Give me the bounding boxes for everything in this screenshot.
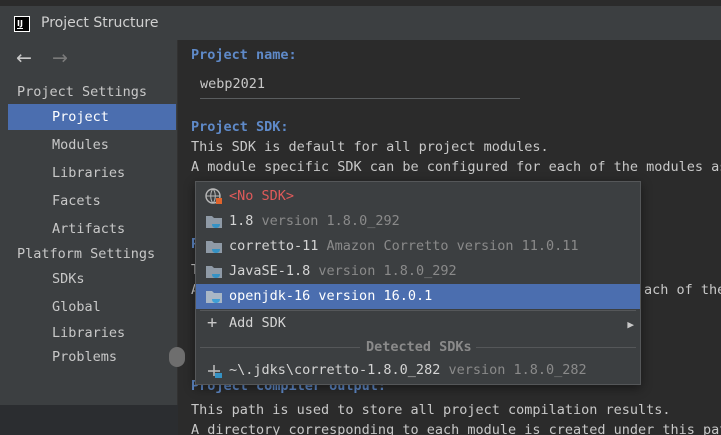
- platform-settings-header: Platform Settings: [17, 246, 156, 262]
- sidebar-item-modules[interactable]: Modules: [8, 132, 176, 158]
- back-arrow-icon[interactable]: ←: [16, 48, 32, 68]
- sdk-description-line-2: A module specific SDK can be configured …: [191, 159, 721, 175]
- sdk-option-openjdk-16[interactable]: openjdk-16 version 16.0.1: [196, 284, 640, 309]
- sidebar-item-sdks[interactable]: SDKs: [8, 266, 176, 292]
- jdk-folder-icon: [206, 241, 222, 253]
- sdk-option-detected-corretto-1-8[interactable]: ~\.jdks\corretto-1.8.0_282 version 1.8.0…: [196, 358, 640, 383]
- intellij-icon: IJ: [14, 16, 30, 32]
- jdk-folder-icon: [206, 266, 222, 278]
- plus-icon: +: [207, 313, 218, 333]
- sidebar-footer: [0, 405, 177, 435]
- forward-arrow-icon[interactable]: →: [52, 48, 68, 68]
- sidebar-item-facets[interactable]: Facets: [8, 188, 176, 214]
- sdk-dropdown-popup: <No SDK> 1.8 version 1.8.0_292 corretto-…: [195, 181, 641, 385]
- project-settings-header: Project Settings: [17, 84, 148, 100]
- compiler-description-line-1: This path is used to store all project c…: [191, 402, 671, 418]
- detected-sdks-header: Detected SDKs: [196, 337, 640, 357]
- sidebar-item-global-libraries[interactable]: Global Libraries: [8, 294, 176, 341]
- project-sdk-label: Project SDK:: [191, 119, 289, 135]
- sidebar-item-libraries[interactable]: Libraries: [8, 160, 176, 186]
- jdk-folder-icon: [206, 216, 222, 228]
- hidden-line-right-text: ach of the: [644, 282, 721, 298]
- add-sdk-menu-item[interactable]: + Add SDK ▶: [196, 311, 640, 336]
- problems-indicator: [169, 347, 185, 367]
- download-jdk-icon: [208, 365, 222, 378]
- sidebar-item-problems[interactable]: Problems: [8, 344, 176, 370]
- sidebar-item-project[interactable]: Project: [8, 104, 176, 130]
- window-title: Project Structure: [41, 15, 159, 31]
- sdk-description-line-1: This SDK is default for all project modu…: [191, 139, 549, 155]
- project-name-label: Project name:: [191, 47, 297, 63]
- compiler-description-line-2: A directory corresponding to each module…: [191, 422, 721, 435]
- submenu-arrow-icon: ▶: [627, 318, 634, 331]
- sidebar-item-artifacts[interactable]: Artifacts: [8, 216, 176, 242]
- sdk-option-1-8[interactable]: 1.8 version 1.8.0_292: [196, 209, 640, 234]
- sdk-option-no-sdk[interactable]: <No SDK>: [196, 184, 640, 209]
- title-bar: IJ Project Structure: [0, 6, 721, 40]
- sdk-option-corretto-11[interactable]: corretto-11 Amazon Corretto version 11.0…: [196, 234, 640, 259]
- sdk-option-javase-1-8[interactable]: JavaSE-1.8 version 1.8.0_292: [196, 259, 640, 284]
- project-name-input[interactable]: webp2021: [200, 74, 520, 99]
- no-sdk-globe-icon: [205, 188, 222, 204]
- jdk-folder-icon: [206, 291, 222, 303]
